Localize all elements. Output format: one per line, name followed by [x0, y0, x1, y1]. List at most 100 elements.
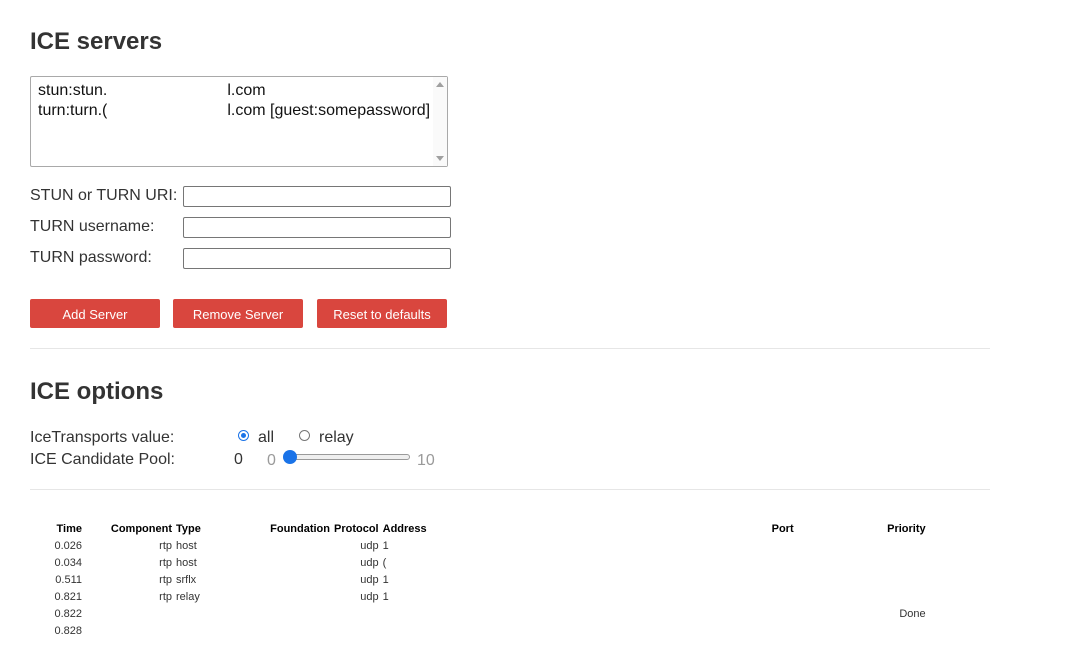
cell-component: rtp	[159, 556, 172, 569]
cell-address	[381, 605, 770, 622]
server-item-prefix: turn:turn.(	[38, 102, 108, 119]
redaction	[107, 81, 228, 99]
header-component: Component	[110, 522, 172, 535]
cell-protocol: udp	[360, 590, 379, 603]
cell-protocol: udp	[360, 539, 379, 552]
slider-thumb[interactable]	[283, 450, 297, 464]
table-row: 0.034 rtp host udp (	[50, 554, 928, 571]
table-row: 0.821 rtp relay udp 1	[50, 588, 928, 605]
candidates-table: Time Component Type Foundation Protocol …	[50, 520, 928, 639]
table-row: 0.511 rtp srflx udp 1	[50, 571, 928, 588]
server-item-prefix: stun:stun.	[38, 82, 108, 99]
divider	[30, 348, 990, 349]
cell-address: 1	[382, 573, 389, 586]
cell-type	[174, 605, 208, 622]
server-item-turn[interactable]: turn:turn.( l.com [guest:somepassword]	[31, 101, 447, 121]
cell-port	[770, 537, 814, 554]
cell-type: host	[176, 539, 197, 552]
cell-priority: Done	[899, 607, 926, 620]
candidate-pool-value: 0	[234, 451, 243, 468]
candidate-pool-label: ICE Candidate Pool:	[30, 451, 175, 468]
transport-all-label[interactable]: all	[258, 429, 274, 447]
cell-port	[770, 571, 814, 588]
cell-foundation	[208, 537, 332, 554]
cell-priority	[814, 571, 928, 588]
cell-port	[770, 622, 814, 639]
cell-type	[174, 622, 208, 639]
cell-time: 0.511	[55, 573, 82, 586]
transport-relay-radio[interactable]	[299, 430, 310, 441]
username-row: TURN username:	[30, 217, 451, 239]
header-priority: Priority	[887, 522, 926, 535]
cell-component	[84, 605, 174, 622]
cell-port	[770, 554, 814, 571]
cell-port	[770, 605, 814, 622]
header-time: Time	[56, 522, 82, 535]
candidate-pool-slider[interactable]	[286, 454, 410, 460]
cell-foundation	[208, 588, 332, 605]
username-input[interactable]	[183, 217, 451, 238]
redaction	[107, 101, 228, 119]
header-type: Type	[176, 522, 201, 535]
cell-protocol: udp	[360, 556, 379, 569]
cell-protocol: udp	[360, 573, 379, 586]
cell-type: relay	[176, 590, 200, 603]
cell-priority	[814, 622, 928, 639]
cell-foundation	[208, 571, 332, 588]
reset-defaults-button[interactable]: Reset to defaults	[317, 299, 447, 328]
cell-time: 0.034	[54, 556, 82, 569]
header-foundation: Foundation	[270, 522, 330, 535]
table-header-row: Time Component Type Foundation Protocol …	[50, 520, 928, 537]
pool-max-label: 10	[417, 452, 435, 469]
server-item-stun[interactable]: stun:stun. l.com	[31, 81, 447, 101]
remove-server-button[interactable]: Remove Server	[173, 299, 303, 328]
header-address: Address	[382, 522, 427, 535]
password-label: TURN password:	[30, 249, 152, 266]
uri-input[interactable]	[183, 186, 451, 207]
table-row: 0.822 Done	[50, 605, 928, 622]
transport-relay-label[interactable]: relay	[319, 429, 354, 447]
ice-transports-label: IceTransports value:	[30, 429, 175, 446]
cell-time: 0.828	[54, 624, 82, 637]
scroll-up-icon[interactable]	[436, 82, 444, 87]
table-row: 0.026 rtp host udp 1	[50, 537, 928, 554]
cell-address	[381, 622, 770, 639]
add-server-button[interactable]: Add Server	[30, 299, 160, 328]
cell-foundation	[208, 605, 332, 622]
cell-foundation	[208, 554, 332, 571]
server-item-suffix: l.com [guest:somepassword]	[227, 102, 431, 119]
cell-component: rtp	[159, 573, 172, 586]
password-input[interactable]	[183, 248, 451, 269]
header-protocol: Protocol	[334, 522, 379, 535]
cell-address: 1	[382, 539, 389, 552]
cell-type: srflx	[176, 573, 197, 586]
servers-listbox[interactable]: stun:stun. l.com turn:turn.( l.com [guest:…	[30, 76, 448, 167]
table-row: 0.828	[50, 622, 928, 639]
cell-foundation	[208, 622, 332, 639]
cell-address: 1	[382, 590, 389, 603]
cell-time: 0.822	[54, 607, 82, 620]
transport-all-radio[interactable]	[238, 430, 249, 441]
pool-min-label: 0	[267, 452, 276, 469]
cell-protocol	[332, 605, 381, 622]
cell-protocol	[332, 622, 381, 639]
cell-time: 0.026	[54, 539, 82, 552]
cell-port	[770, 588, 814, 605]
divider	[30, 489, 990, 490]
header-port: Port	[771, 522, 794, 535]
cell-address: (	[382, 556, 387, 569]
listbox-scrollbar[interactable]	[433, 77, 447, 166]
ice-options-heading: ICE options	[30, 378, 164, 405]
cell-component: rtp	[159, 590, 172, 603]
uri-label: STUN or TURN URI:	[30, 187, 178, 204]
scroll-down-icon[interactable]	[436, 156, 444, 161]
cell-priority	[814, 537, 928, 554]
ice-servers-heading: ICE servers	[30, 28, 163, 55]
cell-component	[84, 622, 174, 639]
server-item-suffix: l.com	[227, 82, 266, 99]
cell-priority	[814, 588, 928, 605]
cell-type: host	[176, 556, 197, 569]
uri-row: STUN or TURN URI:	[30, 186, 451, 208]
password-row: TURN password:	[30, 248, 451, 270]
cell-time: 0.821	[54, 590, 82, 603]
